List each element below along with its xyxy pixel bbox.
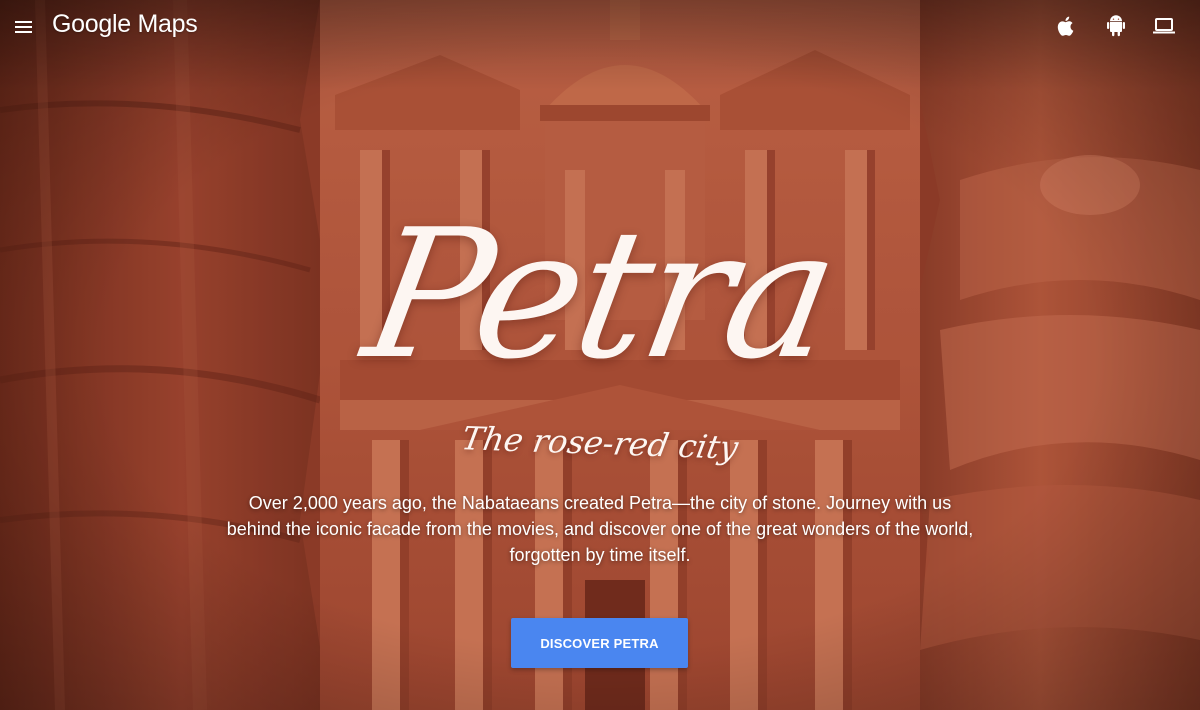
android-icon[interactable] [1104, 14, 1128, 38]
hamburger-menu-icon[interactable] [14, 18, 34, 36]
hero-description: Over 2,000 years ago, the Nabataeans cre… [226, 493, 974, 565]
hero-title-container: Petra [300, 170, 900, 460]
apple-icon[interactable] [1054, 14, 1078, 38]
laptop-icon[interactable] [1152, 14, 1176, 38]
brand-logo-text[interactable]: Google Maps [52, 10, 198, 39]
hero-title: Petra [351, 191, 849, 398]
discover-petra-button[interactable]: DISCOVER PETRA [511, 618, 688, 668]
top-bar: Google Maps [0, 0, 1200, 56]
